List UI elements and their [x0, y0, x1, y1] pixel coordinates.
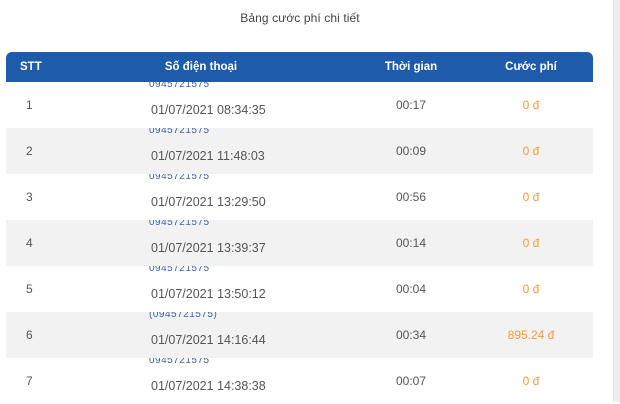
row-index: 7	[26, 374, 33, 388]
call-duration: 00:07	[395, 374, 427, 388]
call-fee: 0 đ	[522, 282, 540, 296]
table-row: 3 0945721575 01/07/2021 13:29:50 00:56 0…	[6, 174, 593, 220]
phone-number: 0945721575	[149, 220, 210, 227]
row-index: 5	[26, 282, 33, 296]
table-header: STT Số điện thoại Thời gian Cước phí	[6, 52, 593, 82]
call-datetime: 01/07/2021 13:50:12	[151, 287, 266, 301]
row-index: 4	[26, 236, 33, 250]
call-duration: 00:09	[395, 144, 427, 158]
table-row: 4 0945721575 01/07/2021 13:39:37 00:14 0…	[6, 220, 593, 266]
call-datetime: 01/07/2021 13:29:50	[151, 195, 266, 209]
call-fee: 0 đ	[522, 144, 540, 158]
call-datetime: 01/07/2021 11:48:03	[151, 149, 265, 163]
table-row: 1 0945721575 01/07/2021 08:34:35 00:17 0…	[6, 82, 593, 128]
phone-number: 0945721575	[149, 266, 210, 273]
call-duration: 00:17	[395, 98, 427, 112]
call-datetime: 01/07/2021 14:16:44	[151, 333, 266, 347]
phone-number: 0945721575	[149, 174, 210, 181]
call-datetime: 01/07/2021 08:34:35	[151, 103, 266, 117]
call-fee: 0 đ	[522, 190, 540, 204]
call-duration: 00:14	[395, 236, 427, 250]
call-charges-table: STT Số điện thoại Thời gian Cước phí 1 0…	[6, 52, 593, 404]
phone-number: 0945721575	[149, 128, 210, 135]
table-row: 2 0945721575 01/07/2021 11:48:03 00:09 0…	[6, 128, 593, 174]
phone-number: 0945721575	[149, 82, 210, 89]
scrollbar-track[interactable]	[613, 0, 620, 402]
column-header-time: Thời gian	[384, 61, 438, 73]
call-datetime: 01/07/2021 14:38:38	[151, 379, 266, 393]
call-duration: 00:34	[395, 328, 427, 342]
call-fee: 0 đ	[522, 236, 540, 250]
call-duration: 00:04	[395, 282, 427, 296]
row-index: 3	[26, 190, 33, 204]
row-index: 1	[26, 98, 33, 112]
row-index: 6	[26, 328, 33, 342]
page-title: Bảng cước phí chi tiết	[240, 11, 360, 25]
table-row: 6 (0945721575) 01/07/2021 14:16:44 00:34…	[6, 312, 593, 358]
column-header-phone: Số điện thoại	[164, 61, 238, 73]
phone-number: (0945721575)	[149, 312, 218, 319]
call-datetime: 01/07/2021 13:39:37	[151, 241, 266, 255]
row-index: 2	[26, 144, 33, 158]
call-fee: 895.24 đ	[507, 328, 555, 342]
table-row: 7 0945721575 01/07/2021 14:38:38 00:07 0…	[6, 358, 593, 404]
table-row: 5 0945721575 01/07/2021 13:50:12 00:04 0…	[6, 266, 593, 312]
call-duration: 00:56	[395, 190, 427, 204]
call-fee: 0 đ	[522, 98, 540, 112]
column-header-fee: Cước phí	[505, 61, 557, 73]
column-header-stt: STT	[20, 61, 42, 73]
phone-number: 0945721575	[149, 358, 210, 365]
call-fee: 0 đ	[522, 374, 540, 388]
